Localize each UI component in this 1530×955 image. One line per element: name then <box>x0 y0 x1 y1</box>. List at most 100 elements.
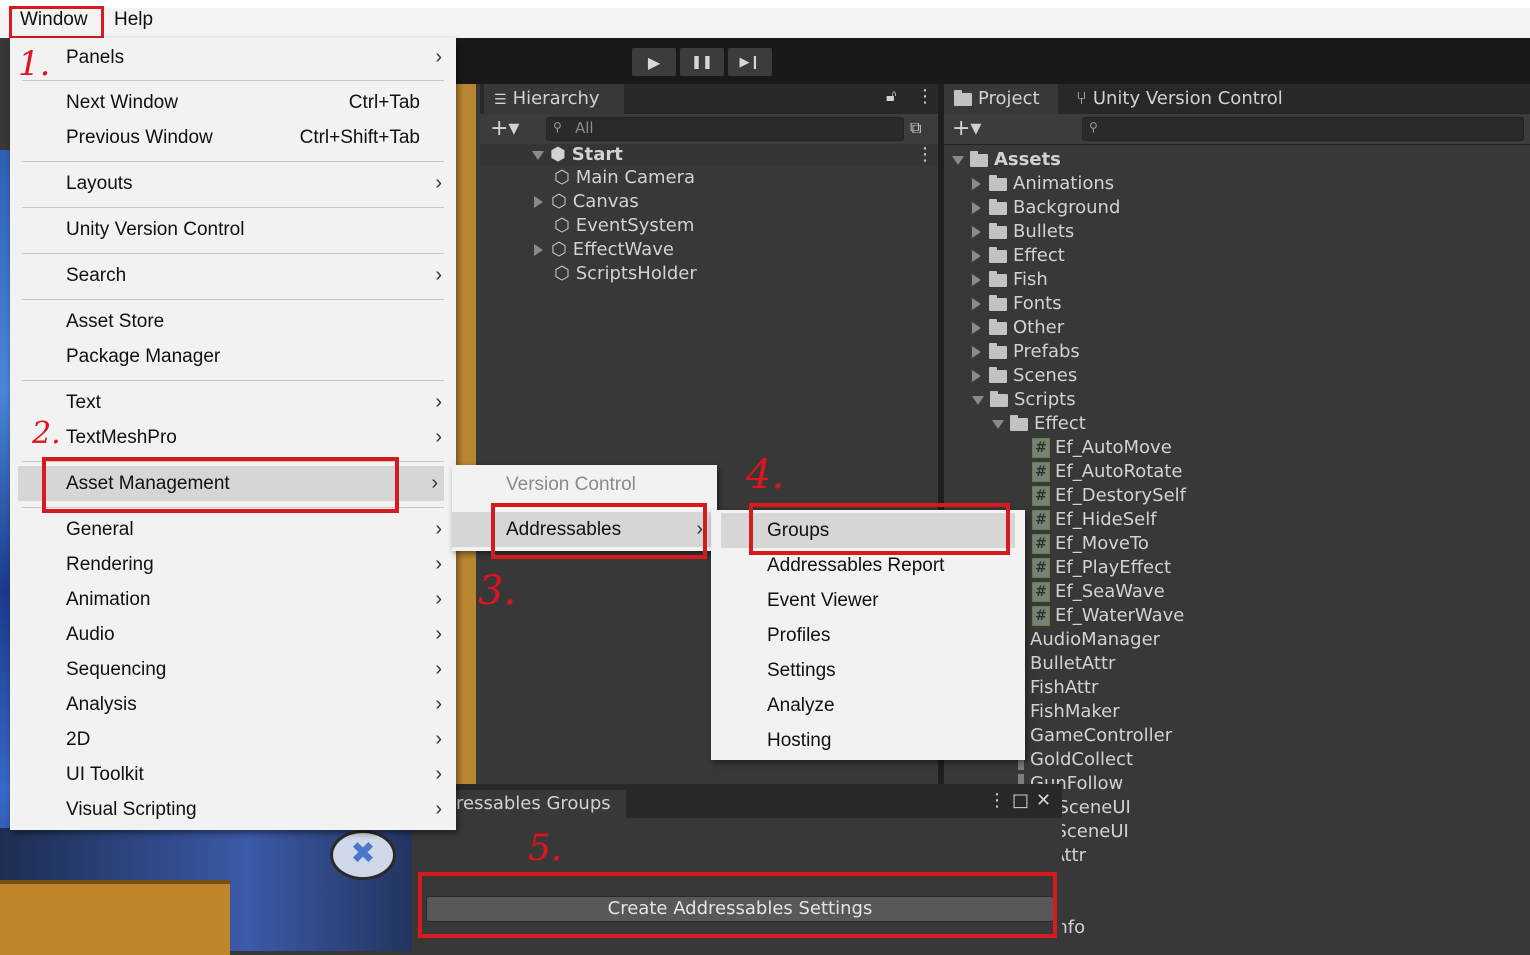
project-folder[interactable]: Effect <box>972 244 1065 268</box>
menu-item-event-viewer[interactable]: Event Viewer <box>711 583 1025 618</box>
window-menu[interactable]: Window <box>20 9 88 31</box>
script-file[interactable]: # Ef_WaterWave <box>1032 604 1184 628</box>
hierarchy-item[interactable]: ⬡ ScriptsHolder <box>554 262 697 286</box>
project-folder[interactable]: Other <box>972 316 1064 340</box>
tab-unity-version-control[interactable]: ⑂ Unity Version Control <box>1066 84 1326 114</box>
add-dropdown-icon[interactable]: +▾ <box>490 116 519 141</box>
hierarchy-item[interactable]: ⬡ EffectWave <box>534 238 674 262</box>
menu-item-hosting[interactable]: Hosting <box>711 723 1025 758</box>
script-file[interactable]: FishMaker <box>1018 700 1120 724</box>
tree-item-label: Prefabs <box>1013 341 1080 362</box>
menu-item-general[interactable]: General › <box>10 512 456 547</box>
script-file[interactable]: BulletAttr <box>1018 652 1115 676</box>
scene-root[interactable]: ⬢ Start <box>532 143 623 167</box>
menu-item-profiles[interactable]: Profiles <box>711 618 1025 653</box>
menu-item-sequencing[interactable]: Sequencing › <box>10 652 456 687</box>
effect-subfolder[interactable]: Effect <box>992 412 1086 436</box>
assets-folder[interactable]: Assets <box>952 148 1061 172</box>
collapsed-arrow-icon[interactable] <box>972 202 981 214</box>
hierarchy-search[interactable]: ⚲ All <box>546 117 904 141</box>
scene-kebab-icon[interactable]: ⋮ <box>916 144 934 165</box>
script-file[interactable]: # Ef_PlayEffect <box>1032 556 1171 580</box>
menu-item-asset-management[interactable]: Asset Management › <box>18 466 444 501</box>
script-file[interactable]: GoldCollect <box>1018 748 1133 772</box>
step-button[interactable]: ▶❙ <box>728 48 772 76</box>
create-addressables-settings-button[interactable]: Create Addressables Settings <box>426 896 1054 922</box>
collapsed-arrow-icon[interactable] <box>972 346 981 358</box>
project-folder[interactable]: Prefabs <box>972 340 1080 364</box>
collapsed-arrow-icon[interactable] <box>972 298 981 310</box>
menu-item-addressables[interactable]: Addressables › <box>452 512 717 547</box>
hierarchy-item[interactable]: ⬡ EventSystem <box>554 214 694 238</box>
chevron-right-icon: › <box>435 426 442 448</box>
collapsed-arrow-icon[interactable] <box>972 178 981 190</box>
menu-item-analyze[interactable]: Analyze <box>711 688 1025 723</box>
tree-item-label: AudioManager <box>1030 629 1161 650</box>
create-dropdown-icon[interactable]: +▾ <box>952 116 981 141</box>
menu-item-rendering[interactable]: Rendering › <box>10 547 456 582</box>
menu-item-addressables-report[interactable]: Addressables Report <box>711 548 1025 583</box>
script-file[interactable]: # Ef_AutoRotate <box>1032 460 1182 484</box>
kebab-menu-icon[interactable]: ⋮ <box>988 790 1006 811</box>
hierarchy-item[interactable]: ⬡ Canvas <box>534 190 639 214</box>
collapsed-arrow-icon[interactable] <box>972 226 981 238</box>
collapsed-arrow-icon[interactable] <box>972 370 981 382</box>
collapsed-arrow-icon[interactable] <box>972 250 981 262</box>
menu-item-layouts[interactable]: Layouts › <box>10 166 456 201</box>
project-folder[interactable]: Fish <box>972 268 1048 292</box>
script-file[interactable]: # Ef_MoveTo <box>1032 532 1149 556</box>
script-file[interactable]: # Ef_AutoMove <box>1032 436 1172 460</box>
project-folder[interactable]: Scripts <box>972 388 1076 412</box>
menu-item-text[interactable]: Text › <box>10 385 456 420</box>
project-folder[interactable]: Bullets <box>972 220 1074 244</box>
play-button[interactable]: ▶ <box>632 48 676 76</box>
kebab-menu-icon[interactable]: ⋮ <box>916 86 934 107</box>
close-icon[interactable]: ✕ <box>1036 790 1051 811</box>
menu-item-previous-window[interactable]: Previous Window Ctrl+Shift+Tab <box>10 120 456 155</box>
script-file[interactable]: FishAttr <box>1018 676 1098 700</box>
expand-icon[interactable] <box>534 244 543 256</box>
maximize-icon[interactable]: □ <box>1012 790 1029 811</box>
expand-icon[interactable] <box>534 196 543 208</box>
tree-item-label: Other <box>1013 317 1065 338</box>
menu-item-label: UI Toolkit <box>66 764 144 785</box>
script-file[interactable]: AudioManager <box>1018 628 1160 652</box>
menu-item-2d[interactable]: 2D › <box>10 722 456 757</box>
project-folder[interactable]: Fonts <box>972 292 1062 316</box>
script-file[interactable]: GameController <box>1018 724 1172 748</box>
tab-hierarchy[interactable]: ☰ Hierarchy <box>484 84 624 114</box>
menu-item-unity-version-control[interactable]: Unity Version Control <box>10 212 456 247</box>
menu-item-textmeshpro[interactable]: TextMeshPro › <box>10 420 456 455</box>
menu-item-animation[interactable]: Animation › <box>10 582 456 617</box>
script-file[interactable]: # Ef_SeaWave <box>1032 580 1165 604</box>
menu-item-settings[interactable]: Settings <box>711 653 1025 688</box>
menu-item-search[interactable]: Search › <box>10 258 456 293</box>
menu-item-groups[interactable]: Groups <box>721 513 1015 548</box>
project-folder[interactable]: Animations <box>972 172 1114 196</box>
menu-item-ui-toolkit[interactable]: UI Toolkit › <box>10 757 456 792</box>
collapsed-arrow-icon[interactable] <box>972 322 981 334</box>
menu-item-analysis[interactable]: Analysis › <box>10 687 456 722</box>
hierarchy-item[interactable]: ⬡ Main Camera <box>554 166 695 190</box>
menu-item-package-manager[interactable]: Package Manager <box>10 339 456 374</box>
menu-item-visual-scripting[interactable]: Visual Scripting › <box>10 792 456 827</box>
scene-search-icon[interactable]: ⧉ <box>910 118 921 138</box>
expanded-arrow-icon[interactable] <box>992 419 1004 429</box>
project-folder[interactable]: Background <box>972 196 1120 220</box>
expanded-arrow-icon[interactable] <box>952 155 964 165</box>
expanded-arrow-icon[interactable] <box>972 395 984 405</box>
tab-project[interactable]: Project <box>944 84 1058 114</box>
project-search[interactable]: ⚲ <box>1082 117 1524 141</box>
menu-item-audio[interactable]: Audio › <box>10 617 456 652</box>
collapsed-arrow-icon[interactable] <box>972 274 981 286</box>
script-file[interactable]: # Ef_DestorySelf <box>1032 484 1186 508</box>
menu-item-asset-store[interactable]: Asset Store <box>10 304 456 339</box>
project-folder[interactable]: Scenes <box>972 364 1077 388</box>
menu-item-label: Search <box>66 265 127 286</box>
pause-button[interactable]: ❚❚ <box>680 48 724 76</box>
lock-icon[interactable]: 🔓︎ <box>886 86 896 106</box>
menu-item-next-window[interactable]: Next Window Ctrl+Tab <box>10 85 456 120</box>
menu-item-panels[interactable]: Panels › <box>10 40 456 75</box>
script-file[interactable]: # Ef_HideSelf <box>1032 508 1157 532</box>
help-menu[interactable]: Help <box>114 9 153 31</box>
